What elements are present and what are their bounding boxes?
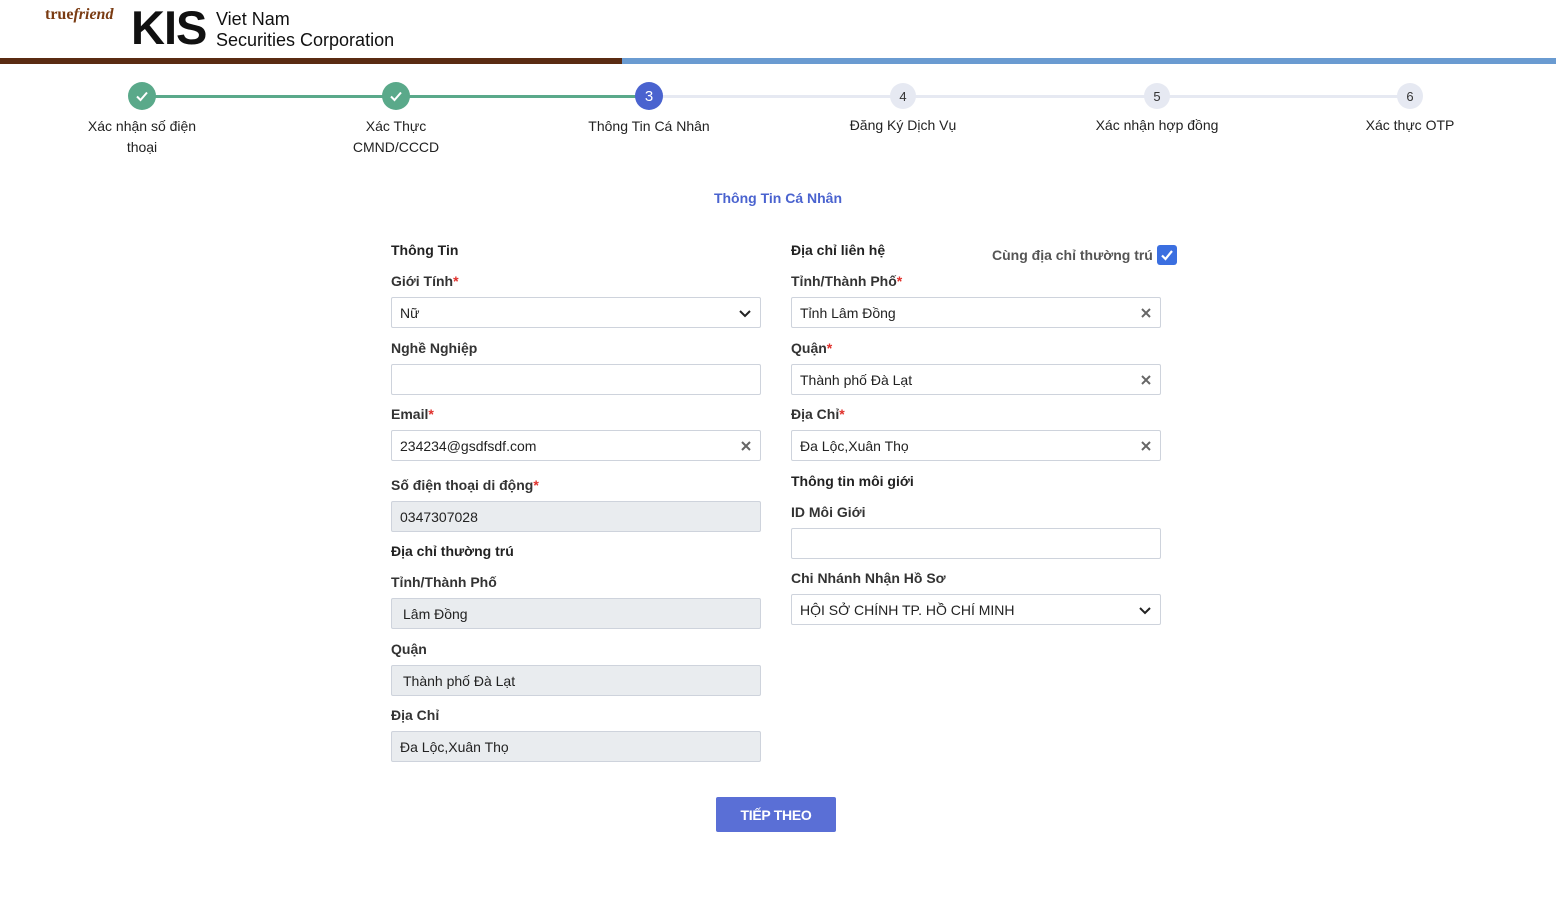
clear-icon[interactable] xyxy=(1140,374,1152,386)
kis-logo: KIS xyxy=(131,1,207,54)
next-button[interactable]: TIẾP THEO xyxy=(716,797,836,832)
contact-address-heading: Địa chỉ liên hệ xyxy=(791,242,886,258)
branch-select[interactable]: HỘI SỞ CHÍNH TP. HỒ CHÍ MINH xyxy=(791,594,1161,625)
stepper: Xác nhận số điện thoại Xác Thực CMND/CCC… xyxy=(0,82,1556,162)
district-value: Thành phố Đà Lạt xyxy=(800,371,913,388)
same-address-label: Cùng địa chỉ thường trú xyxy=(992,247,1153,263)
broker-id-label: ID Môi Giới xyxy=(791,504,866,520)
step-6: 6 Xác thực OTP xyxy=(1320,82,1500,136)
gender-select[interactable]: Nữ xyxy=(391,297,761,328)
perm-district-value: Thành phố Đà Lạt xyxy=(403,672,516,689)
step-3: 3 Thông Tin Cá Nhân xyxy=(559,82,739,137)
email-input[interactable]: 234234@gsdfsdf.com xyxy=(391,430,761,461)
perm-address-field: Đa Lộc,Xuân Thọ xyxy=(391,731,761,762)
perm-city-value: Lâm Đồng xyxy=(403,605,468,622)
gender-value: Nữ xyxy=(400,304,420,321)
step-4: 4 Đăng Ký Dịch Vụ xyxy=(813,82,993,136)
email-value: 234234@gsdfsdf.com xyxy=(400,437,537,454)
clear-icon[interactable] xyxy=(740,440,752,452)
check-icon xyxy=(1161,250,1173,261)
chevron-down-icon xyxy=(1139,606,1151,614)
step-1-label-cont: thoại xyxy=(126,139,158,155)
branch-value: HỘI SỞ CHÍNH TP. HỒ CHÍ MINH xyxy=(800,601,1015,618)
step-4-number: 4 xyxy=(890,83,916,109)
perm-address-label: Địa Chỉ xyxy=(391,707,440,723)
step-5: 5 Xác nhận hợp đồng xyxy=(1067,82,1247,136)
city-label: Tỉnh/Thành Phố* xyxy=(791,273,903,289)
company-name: Viet Nam Securities Corporation xyxy=(216,9,395,50)
address-value: Đa Lộc,Xuân Thọ xyxy=(800,437,909,454)
step-2-label-cont: CMND/CCCD xyxy=(352,139,440,155)
registration-progress-fill xyxy=(0,58,623,64)
step-6-number: 6 xyxy=(1397,83,1423,109)
city-select[interactable]: Tỉnh Lâm Đồng xyxy=(791,297,1161,328)
step-1-label: Xác nhận số điện xyxy=(87,118,197,134)
broker-id-input[interactable] xyxy=(791,528,1161,559)
clear-icon[interactable] xyxy=(1140,307,1152,319)
district-label: Quận* xyxy=(791,340,833,356)
branch-label: Chi Nhánh Nhận Hồ Sơ xyxy=(791,570,946,586)
step-5-label: Xác nhận hợp đồng xyxy=(1095,117,1219,133)
step-2: Xác Thực CMND/CCCD xyxy=(306,82,486,158)
perm-district-label: Quận xyxy=(391,641,427,657)
truefriend-logo: truefriend xyxy=(45,6,114,23)
phone-value: 0347307028 xyxy=(400,508,478,525)
step-1-check-icon xyxy=(128,82,156,110)
step-3-label: Thông Tin Cá Nhân xyxy=(588,118,710,134)
email-label: Email* xyxy=(391,406,434,422)
perm-address-value: Đa Lộc,Xuân Thọ xyxy=(400,738,509,755)
page-title: Thông Tin Cá Nhân xyxy=(713,190,843,206)
step-3-number: 3 xyxy=(635,82,663,110)
address-input[interactable]: Đa Lộc,Xuân Thọ xyxy=(791,430,1161,461)
perm-city-field: Lâm Đồng xyxy=(391,598,761,629)
personal-info-heading: Thông Tin xyxy=(391,242,459,258)
step-2-check-icon xyxy=(382,82,410,110)
district-select[interactable]: Thành phố Đà Lạt xyxy=(791,364,1161,395)
perm-city-label: Tỉnh/Thành Phố xyxy=(391,574,497,590)
phone-label: Số điện thoại di động* xyxy=(391,477,539,493)
step-1: Xác nhận số điện thoại xyxy=(52,82,232,158)
perm-district-field: Thành phố Đà Lạt xyxy=(391,665,761,696)
gender-label: Giới Tính* xyxy=(391,273,459,289)
phone-field: 0347307028 xyxy=(391,501,761,532)
address-label: Địa Chỉ* xyxy=(791,406,845,422)
registration-progress-bar xyxy=(0,58,1556,64)
job-input[interactable] xyxy=(391,364,761,395)
same-address-option[interactable]: Cùng địa chỉ thường trú xyxy=(992,245,1177,265)
permanent-address-heading: Địa chỉ thường trú xyxy=(391,543,514,559)
job-label: Nghề Nghiệp xyxy=(391,340,478,356)
broker-info-heading: Thông tin môi giới xyxy=(791,473,914,489)
header: truefriend KIS Viet Nam Securities Corpo… xyxy=(0,0,1556,58)
step-6-label: Xác thực OTP xyxy=(1365,117,1455,133)
same-address-checkbox[interactable] xyxy=(1156,245,1177,265)
city-value: Tỉnh Lâm Đồng xyxy=(800,304,896,321)
chevron-down-icon xyxy=(739,309,751,317)
clear-icon[interactable] xyxy=(1140,440,1152,452)
step-4-label: Đăng Ký Dịch Vụ xyxy=(849,117,957,133)
step-5-number: 5 xyxy=(1144,83,1170,109)
step-2-label: Xác Thực xyxy=(365,118,427,134)
